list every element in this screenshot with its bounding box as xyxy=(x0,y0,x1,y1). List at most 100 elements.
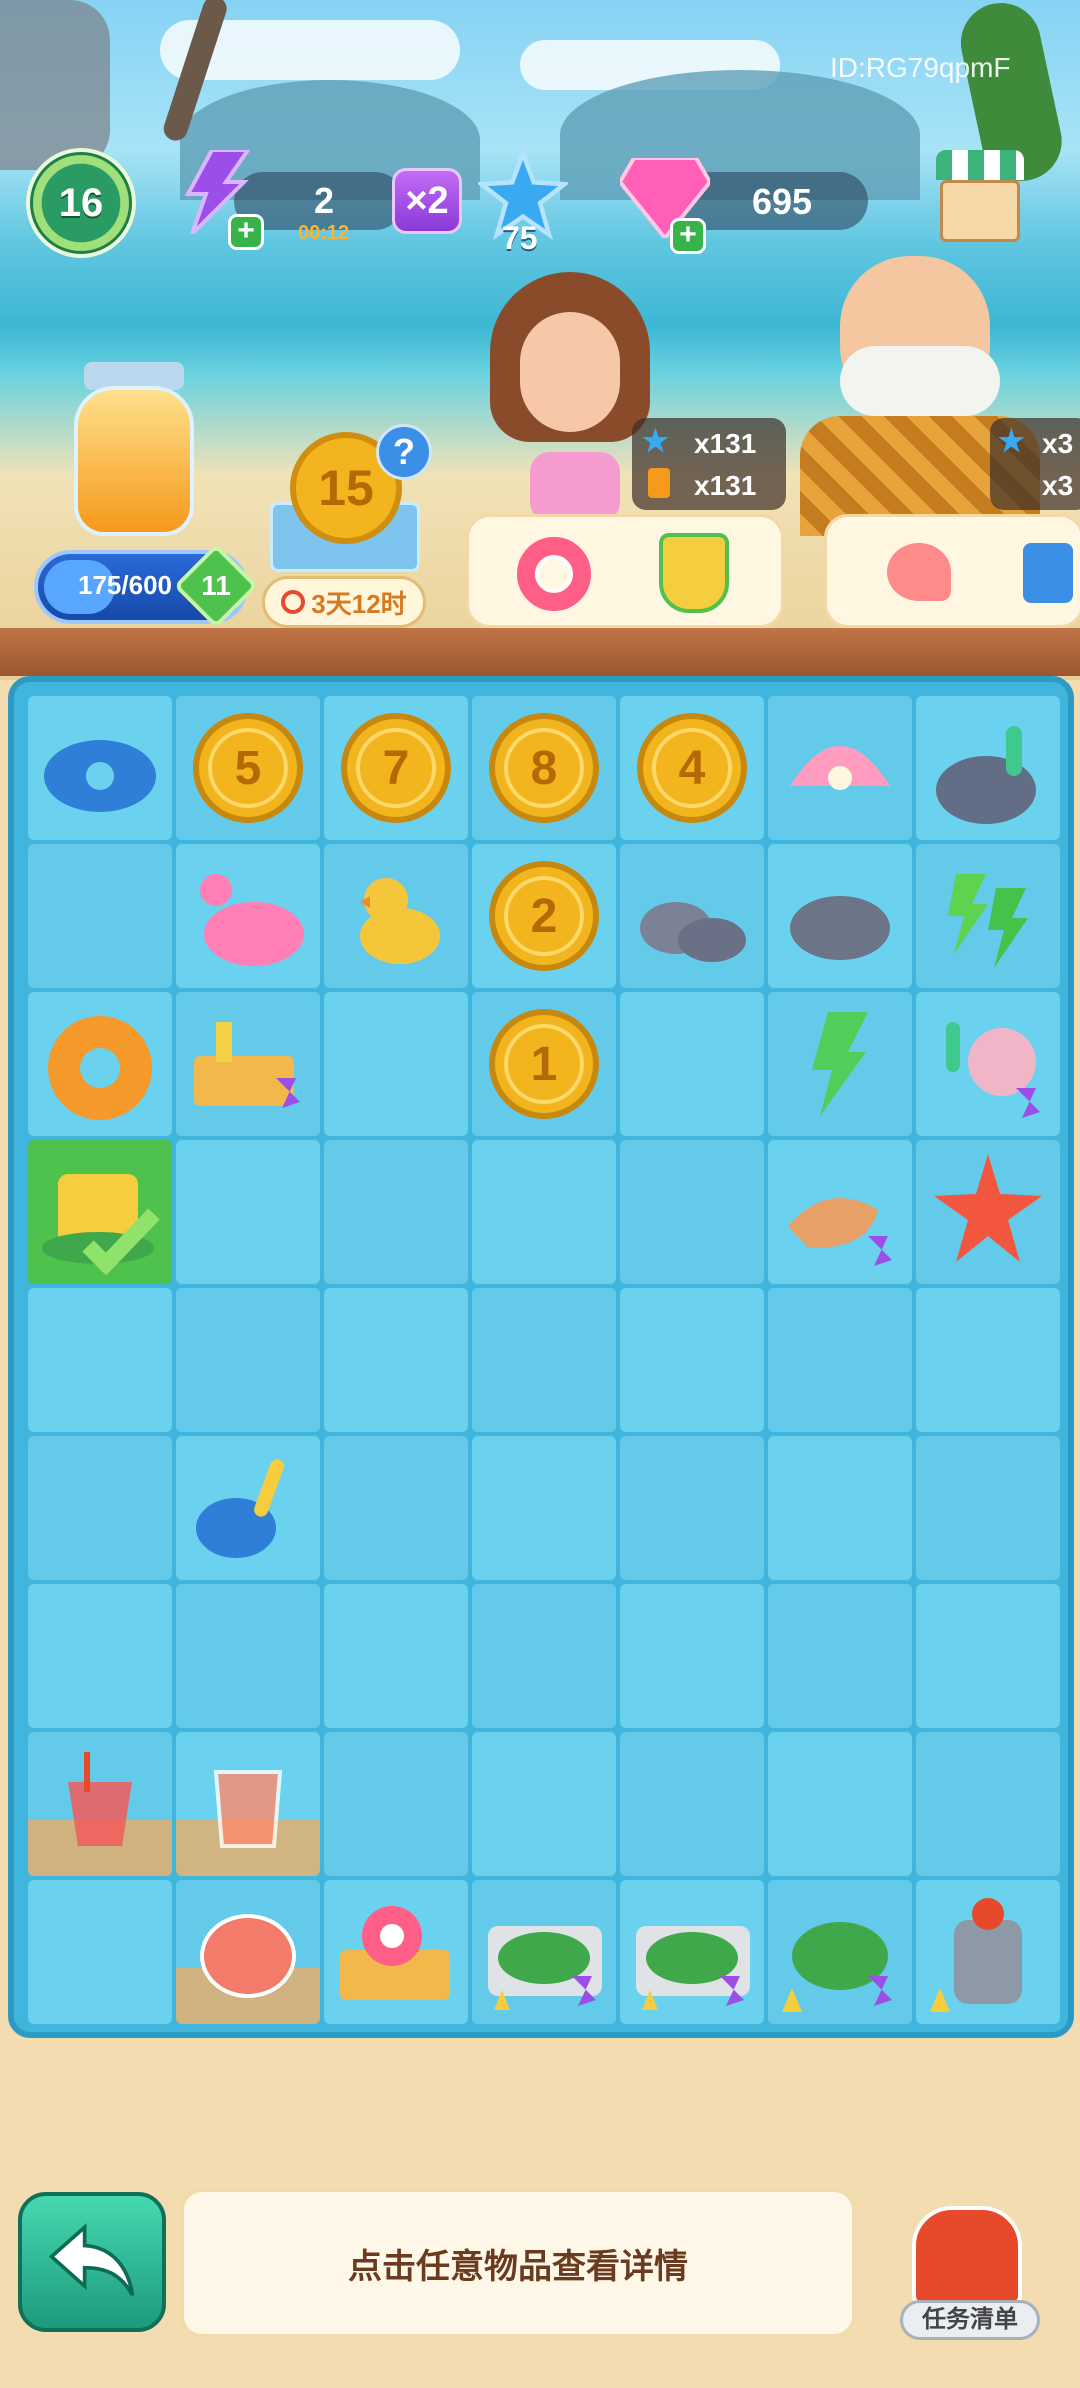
board-cell[interactable] xyxy=(324,1140,468,1284)
board-cell[interactable] xyxy=(620,1288,764,1432)
board-cell[interactable] xyxy=(28,1288,172,1432)
shop-button[interactable] xyxy=(930,150,1030,250)
add-energy-button[interactable]: + xyxy=(228,214,264,250)
board-cell[interactable] xyxy=(768,1584,912,1728)
board-cell[interactable] xyxy=(324,1436,468,1580)
board-cell[interactable] xyxy=(324,1732,468,1876)
board-cell[interactable] xyxy=(916,1732,1060,1876)
order-card-1[interactable] xyxy=(466,514,784,628)
juicer-icon xyxy=(930,1898,1022,2012)
board-cell[interactable] xyxy=(768,992,912,1136)
board-cell[interactable] xyxy=(472,1436,616,1580)
jar-level-number: 11 xyxy=(201,570,231,601)
board-cell[interactable] xyxy=(768,696,912,840)
juice-jar[interactable] xyxy=(70,362,200,542)
board-cell[interactable] xyxy=(916,1584,1060,1728)
board-cell[interactable] xyxy=(176,1880,320,2024)
board-cell[interactable] xyxy=(620,992,764,1136)
board-cell[interactable] xyxy=(620,1732,764,1876)
girl-top xyxy=(530,452,620,522)
rocks-pair-icon xyxy=(640,902,746,962)
merge-board: 5 7 8 4 2 1 xyxy=(8,676,1074,2038)
donut-float-icon xyxy=(48,1016,152,1120)
board-cell[interactable] xyxy=(324,844,468,988)
board-cell[interactable] xyxy=(28,1140,172,1284)
board-cell[interactable] xyxy=(472,1880,616,2024)
board-cell[interactable] xyxy=(916,1880,1060,2024)
board-cell[interactable] xyxy=(916,696,1060,840)
board-cell[interactable] xyxy=(768,1732,912,1876)
board-cell[interactable]: 1 xyxy=(472,992,616,1136)
board-cell[interactable] xyxy=(28,844,172,988)
board-cell[interactable] xyxy=(28,1732,172,1876)
coral-rock-icon xyxy=(936,726,1036,824)
board-cell[interactable] xyxy=(768,1140,912,1284)
board-cell[interactable] xyxy=(916,1140,1060,1284)
drink-icon xyxy=(648,468,670,498)
board-cell[interactable]: 5 xyxy=(176,696,320,840)
sandcastle-check-icon xyxy=(42,1174,160,1276)
board-cell[interactable] xyxy=(28,1584,172,1728)
whale-float-icon xyxy=(44,740,156,812)
board-cell[interactable] xyxy=(176,992,320,1136)
board-cell[interactable] xyxy=(472,1732,616,1876)
juice-glass-icon xyxy=(68,1752,132,1846)
svg-text:1: 1 xyxy=(531,1038,558,1091)
board-cell[interactable] xyxy=(28,1880,172,2024)
board-cell[interactable]: 8 xyxy=(472,696,616,840)
coin-1-icon: 1 xyxy=(489,1009,599,1119)
beach-basket-icon xyxy=(194,1022,300,1108)
board-cell[interactable] xyxy=(28,1436,172,1580)
board-cell[interactable] xyxy=(324,992,468,1136)
board-cell[interactable] xyxy=(916,1288,1060,1432)
board-cell[interactable]: 2 xyxy=(472,844,616,988)
add-gems-button[interactable]: + xyxy=(670,218,706,254)
board-cell[interactable] xyxy=(768,1436,912,1580)
coin-5-icon: 5 xyxy=(193,713,303,823)
order-card-2[interactable] xyxy=(824,514,1080,628)
board-cell[interactable] xyxy=(620,1140,764,1284)
board-cell[interactable] xyxy=(324,1584,468,1728)
board-cell[interactable] xyxy=(768,1288,912,1432)
pearl-clam-icon xyxy=(790,746,890,790)
board-cell[interactable] xyxy=(28,992,172,1136)
back-button[interactable] xyxy=(18,2192,166,2332)
board-cell[interactable] xyxy=(176,844,320,988)
board-cell[interactable] xyxy=(472,1140,616,1284)
board-cell[interactable] xyxy=(176,1288,320,1432)
board-cell[interactable] xyxy=(176,1436,320,1580)
board-cell[interactable] xyxy=(768,844,912,988)
svg-text:5: 5 xyxy=(235,742,262,795)
board-cell[interactable] xyxy=(176,1140,320,1284)
coin-4-icon: 4 xyxy=(637,713,747,823)
board-cell[interactable] xyxy=(176,1584,320,1728)
help-button[interactable]: ? xyxy=(376,424,432,480)
boost-x2-button[interactable]: ×2 xyxy=(392,168,462,234)
board-cell[interactable] xyxy=(324,1880,468,2024)
star-icon: ★ xyxy=(998,425,1025,458)
swim-basket-icon xyxy=(340,1906,450,2000)
board-cell[interactable] xyxy=(472,1288,616,1432)
sand-shovel-icon xyxy=(1023,543,1073,603)
board-cell[interactable]: 7 xyxy=(324,696,468,840)
board-cell[interactable] xyxy=(620,844,764,988)
board-cell[interactable] xyxy=(620,1436,764,1580)
board-cell[interactable] xyxy=(620,1880,764,2024)
board-cell[interactable] xyxy=(28,696,172,840)
hint-text: 点击任意物品查看详情 xyxy=(348,2247,688,2286)
flamingo-float-icon xyxy=(200,874,304,966)
board-cell[interactable] xyxy=(176,1732,320,1876)
level-badge[interactable]: 16 xyxy=(26,148,136,258)
board-cell[interactable] xyxy=(916,1436,1060,1580)
board-cell[interactable] xyxy=(324,1288,468,1432)
board-cell[interactable]: 4 xyxy=(620,696,764,840)
board-cell[interactable] xyxy=(768,1880,912,2024)
swim-ring-icon xyxy=(517,537,591,611)
jar-body-icon xyxy=(74,386,194,536)
board-cell[interactable] xyxy=(916,844,1060,988)
board-cell[interactable] xyxy=(472,1584,616,1728)
board-cell[interactable] xyxy=(620,1584,764,1728)
board-cell[interactable] xyxy=(916,992,1060,1136)
item-hint-banner: 点击任意物品查看详情 xyxy=(180,2188,856,2338)
order-1-star-count: x131 xyxy=(694,428,757,459)
